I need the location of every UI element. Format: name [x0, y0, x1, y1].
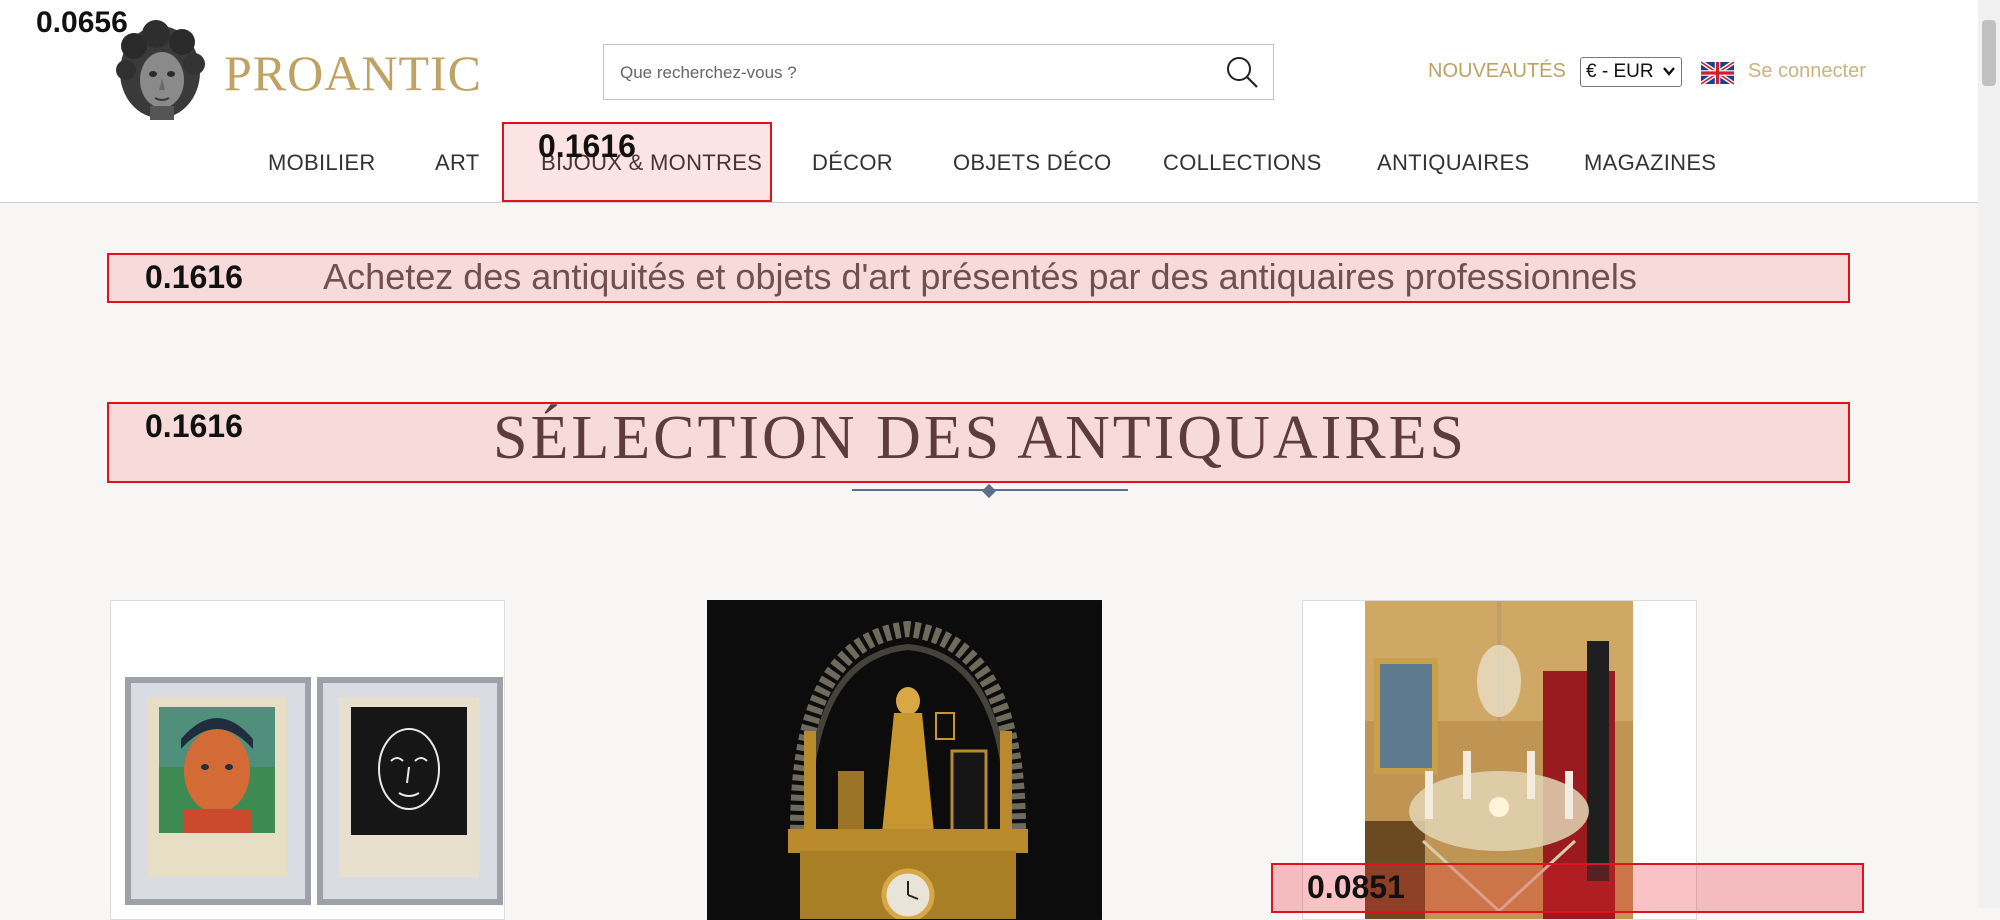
- nav-item-mobilier[interactable]: MOBILIER: [268, 150, 376, 176]
- currency-selected-value: € - EUR: [1586, 61, 1654, 82]
- search-input[interactable]: [618, 45, 1202, 101]
- page-scrollbar[interactable]: [1978, 0, 2000, 908]
- nouveautes-link[interactable]: NOUVEAUTÉS: [1428, 60, 1566, 83]
- currency-select[interactable]: € - EUR: [1580, 57, 1682, 87]
- logo-text[interactable]: PROANTIC: [224, 44, 482, 102]
- highlight-box-section-title: 0.1616: [107, 402, 1850, 483]
- score-label: 0.0851: [1307, 869, 1405, 905]
- search-box: [603, 44, 1274, 101]
- nav-item-decor[interactable]: DÉCOR: [812, 150, 893, 176]
- site-header: PROANTIC NOUVEAUTÉS € - EUR Se connecter…: [0, 0, 1978, 203]
- product-image-portraits: [125, 677, 503, 905]
- highlight-box-tagline: 0.1616: [107, 253, 1850, 303]
- nav-item-magazines[interactable]: MAGAZINES: [1584, 150, 1716, 176]
- main-nav: MOBILIER ART BIJOUX & MONTRES DÉCOR OBJE…: [0, 150, 1978, 180]
- score-label: 0.1616: [145, 259, 243, 295]
- corner-score-label: 0.0656: [36, 6, 128, 39]
- nav-item-objets-deco[interactable]: OBJETS DÉCO: [953, 150, 1112, 176]
- highlight-box-nav: 0.1616: [502, 122, 772, 202]
- chevron-down-icon: [1663, 67, 1675, 76]
- highlight-box-card: 0.0851: [1271, 863, 1864, 913]
- scrollbar-thumb[interactable]: [1982, 20, 1996, 86]
- login-link[interactable]: Se connecter: [1748, 60, 1866, 83]
- score-label: 0.1616: [145, 408, 243, 444]
- score-label: 0.1616: [538, 128, 636, 164]
- nav-item-art[interactable]: ART: [435, 150, 480, 176]
- product-image-clock: [708, 601, 1101, 919]
- product-card-clock[interactable]: [707, 600, 1102, 920]
- nav-item-collections[interactable]: COLLECTIONS: [1163, 150, 1322, 176]
- title-divider-diamond: [981, 483, 997, 499]
- nav-item-antiquaires[interactable]: ANTIQUAIRES: [1377, 150, 1529, 176]
- search-icon[interactable]: [1225, 55, 1259, 89]
- product-card-portraits[interactable]: [110, 600, 505, 920]
- uk-flag-icon[interactable]: [1701, 61, 1734, 85]
